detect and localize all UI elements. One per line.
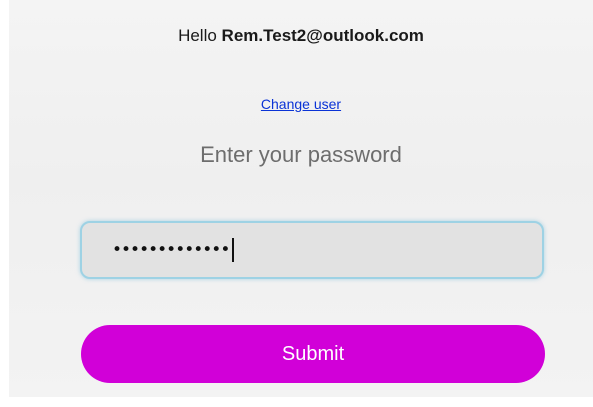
submit-button[interactable]: Submit	[81, 325, 545, 383]
greeting-prefix: Hello	[178, 26, 222, 45]
change-user-link[interactable]: Change user	[261, 96, 341, 112]
password-input[interactable]: •••••••••••••	[80, 221, 544, 279]
text-cursor	[232, 238, 235, 262]
greeting-text: Hello Rem.Test2@outlook.com	[9, 26, 593, 46]
password-masked-value: •••••••••••••	[112, 240, 230, 260]
login-panel: Hello Rem.Test2@outlook.com Change user …	[9, 0, 593, 397]
password-prompt: Enter your password	[200, 142, 402, 167]
user-email: Rem.Test2@outlook.com	[221, 26, 424, 45]
change-user-container: Change user	[9, 96, 593, 112]
